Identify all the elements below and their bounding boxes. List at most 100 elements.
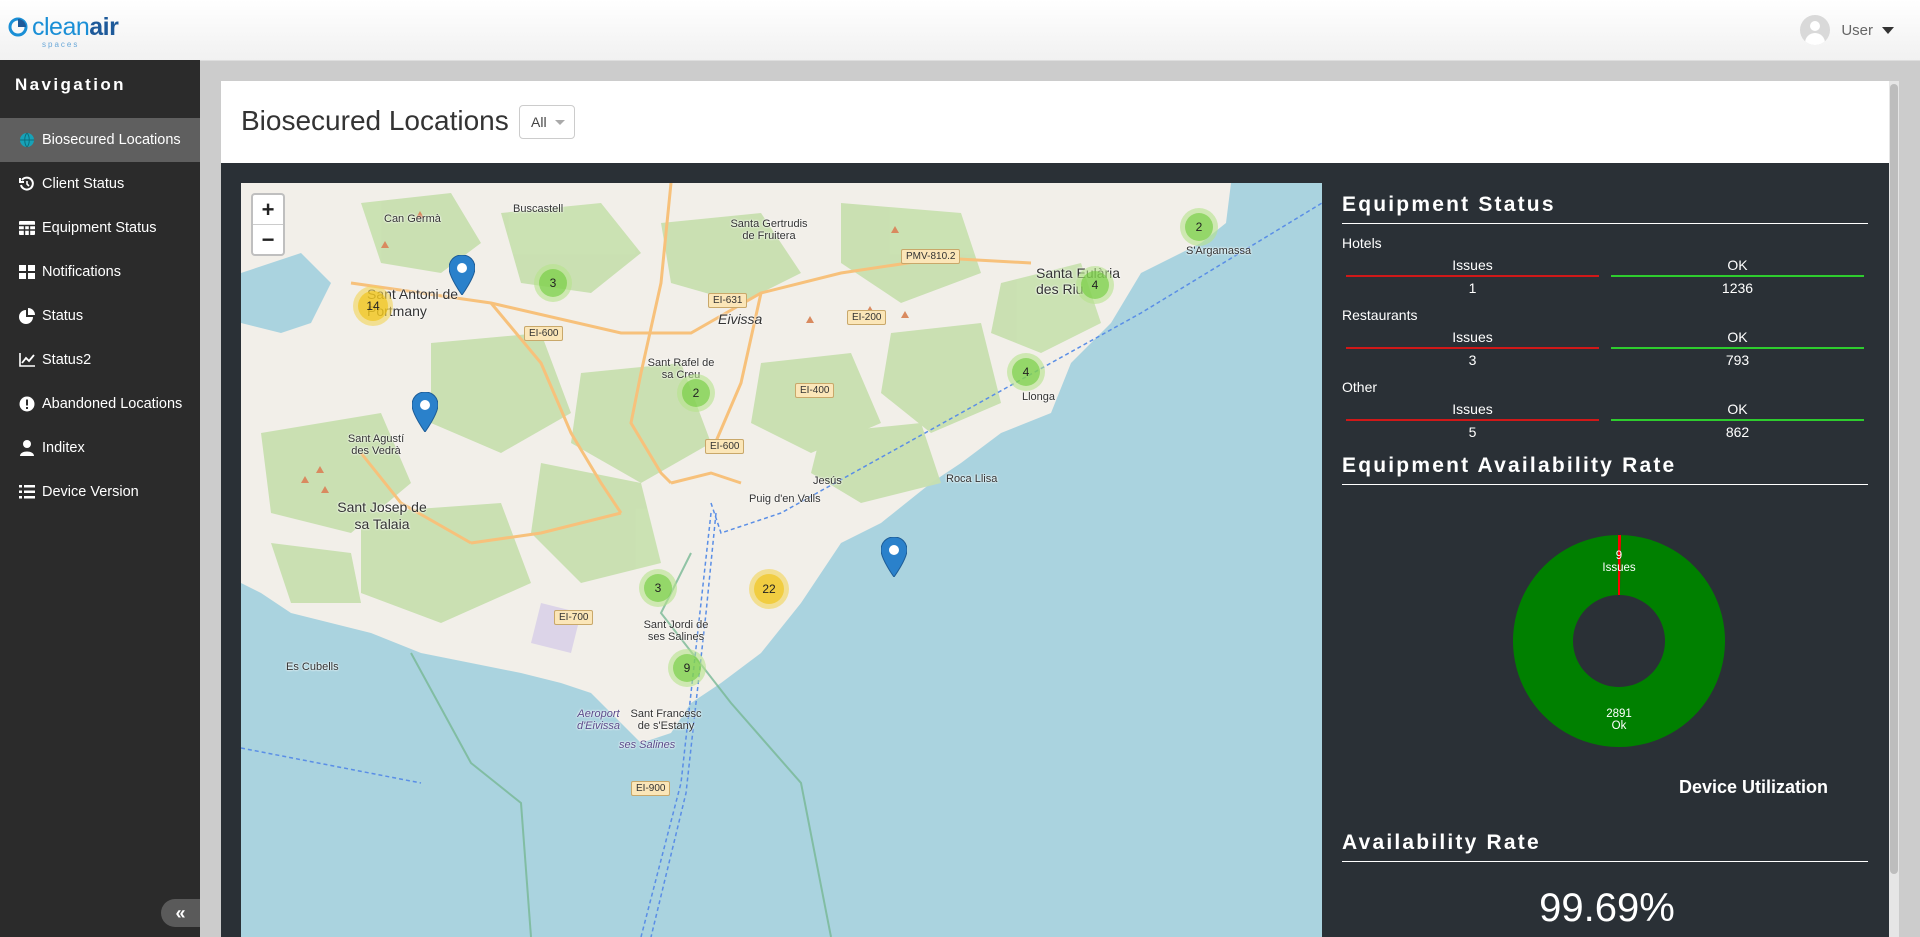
- issues-count: 5: [1468, 424, 1477, 440]
- marker-cluster[interactable]: 14: [353, 286, 393, 326]
- equipment-status-title: Equipment Status: [1342, 193, 1868, 224]
- map-place-label: Sant Rafel de sa Creu: [647, 357, 715, 381]
- sidebar-item-inditex[interactable]: Inditex: [0, 426, 200, 470]
- category-label: Hotels: [1342, 235, 1382, 251]
- map-place-label: Santa Gertrudis de Fruitera: [730, 218, 808, 242]
- marker-cluster[interactable]: 2: [1180, 208, 1218, 246]
- map-zoom-control: + −: [251, 193, 285, 256]
- category-row: Issues 1 OK 1236: [1342, 257, 1868, 296]
- sidebar-item-label: Abandoned Locations: [42, 396, 183, 412]
- zoom-out-button[interactable]: −: [253, 224, 283, 254]
- nav-title: Navigation: [15, 75, 126, 94]
- marker-cluster[interactable]: 3: [639, 569, 677, 607]
- logo-subtitle: spaces: [42, 40, 80, 49]
- equipment-status-section: Equipment Status Hotels Issues 1 OK 1236 R…: [1342, 183, 1868, 485]
- ok-count: 793: [1725, 352, 1750, 368]
- ok-column: OK 1236: [1611, 257, 1864, 296]
- collapse-sidebar-button[interactable]: «: [161, 899, 200, 927]
- marker-cluster[interactable]: 9: [668, 649, 706, 687]
- map-place-label: Sant Jordi de ses Salines: [643, 619, 709, 643]
- user-menu[interactable]: User: [1800, 15, 1894, 45]
- sidebar: Navigation Biosecured Locations Client S…: [0, 60, 200, 937]
- double-chevron-left-icon: «: [175, 902, 186, 923]
- location-pin-icon[interactable]: [412, 392, 438, 432]
- road-sign: EI-200: [847, 310, 887, 325]
- line-chart-icon: [17, 350, 37, 370]
- location-pin-icon[interactable]: [449, 255, 475, 295]
- top-bar: cleanair spaces User: [0, 0, 1920, 61]
- availability-rate-value: 99.69%: [1539, 886, 1675, 930]
- availability-donut-chart: 9 Issues 2891 Ok: [1513, 535, 1725, 747]
- sidebar-item-label: Status: [42, 308, 84, 324]
- sidebar-item-label: Device Version: [42, 484, 139, 500]
- road-sign: EI-900: [631, 781, 671, 796]
- map-place-label: Can Germà: [384, 213, 441, 225]
- road-sign: EI-400: [795, 383, 835, 398]
- history-icon: [17, 174, 37, 194]
- sidebar-item-equipment-status[interactable]: Equipment Status: [0, 206, 200, 250]
- sidebar-item-notifications[interactable]: Notifications: [0, 250, 200, 294]
- zoom-in-button[interactable]: +: [253, 195, 283, 224]
- page-header: Biosecured Locations All: [221, 81, 1891, 163]
- sidebar-item-status2[interactable]: Status2: [0, 338, 200, 382]
- map-place-label: Sant Francesc de s'Estany: [630, 708, 702, 732]
- marker-cluster[interactable]: 4: [1076, 266, 1114, 304]
- map-place-label: Roca Llisa: [946, 473, 998, 485]
- page-scrollbar-thumb[interactable]: [1890, 84, 1898, 874]
- list-icon: [17, 482, 37, 502]
- location-pin-icon[interactable]: [881, 537, 907, 577]
- locations-map[interactable]: Can Germà Buscastell Santa Gertrudis de …: [241, 183, 1322, 937]
- sidebar-item-label: Equipment Status: [42, 220, 157, 236]
- category-row: Issues 5 OK 862: [1342, 401, 1868, 440]
- issues-count: 1: [1468, 280, 1477, 296]
- road-sign: EI-700: [554, 610, 594, 625]
- ok-column: OK 862: [1611, 401, 1864, 440]
- sidebar-item-label: Notifications: [42, 264, 121, 280]
- availability-rate-title: Availability Rate: [1342, 831, 1868, 862]
- map-place-label: Sant Agustí des Vedrà: [347, 433, 405, 457]
- logo-text: cleanair: [32, 13, 119, 41]
- filter-value: All: [531, 114, 547, 130]
- sidebar-item-device-version[interactable]: Device Version: [0, 470, 200, 514]
- issues-column: Issues 1: [1346, 257, 1599, 296]
- map-place-label: Sant Josep de sa Talaia: [337, 499, 427, 532]
- map-place-label: S'Argamassa: [1186, 245, 1252, 257]
- sidebar-item-client-status[interactable]: Client Status: [0, 162, 200, 206]
- marker-cluster[interactable]: 22: [749, 569, 789, 609]
- globe-icon: [17, 130, 37, 150]
- sidebar-item-label: Status2: [42, 352, 92, 368]
- road-sign: EI-631: [708, 293, 748, 308]
- page-title: Biosecured Locations: [241, 105, 509, 136]
- location-filter-select[interactable]: All: [519, 105, 575, 139]
- sidebar-item-biosecured-locations[interactable]: Biosecured Locations: [0, 118, 200, 162]
- chevron-down-icon: [554, 119, 565, 125]
- exclamation-icon: [17, 394, 37, 414]
- map-place-label: Es Cubells: [286, 661, 339, 673]
- map-place-label: Buscastell: [513, 203, 564, 215]
- logo-mark-icon: [8, 17, 28, 37]
- sidebar-item-label: Client Status: [42, 176, 125, 192]
- user-name: User: [1841, 21, 1873, 39]
- device-utilization-label: Device Utilization: [1679, 777, 1829, 797]
- sidebar-item-label: Inditex: [42, 440, 85, 456]
- map-place-label: ses Salines: [619, 739, 676, 751]
- ok-count: 1236: [1721, 280, 1754, 296]
- issues-column: Issues 3: [1346, 329, 1599, 368]
- category-label: Restaurants: [1342, 307, 1418, 323]
- map-place-label: Jesús: [813, 475, 842, 487]
- issues-column: Issues 5: [1346, 401, 1599, 440]
- caret-down-icon: [1882, 26, 1894, 34]
- user-icon: [17, 438, 37, 458]
- sidebar-item-abandoned-locations[interactable]: Abandoned Locations: [0, 382, 200, 426]
- category-label: Other: [1342, 379, 1378, 395]
- sidebar-item-status[interactable]: Status: [0, 294, 200, 338]
- marker-cluster[interactable]: 4: [1007, 353, 1045, 391]
- ok-slice-label: 2891 Ok: [1606, 708, 1632, 732]
- road-sign: EI-600: [524, 326, 564, 341]
- sidebar-item-label: Biosecured Locations: [42, 132, 181, 148]
- stats-panel: Equipment Status Hotels Issues 1 OK 1236 R…: [1342, 183, 1872, 937]
- map-place-label: Puig d'en Valls: [749, 493, 821, 505]
- map-place-label: Eivissa: [718, 311, 763, 327]
- marker-cluster[interactable]: 2: [677, 374, 715, 412]
- marker-cluster[interactable]: 3: [534, 264, 572, 302]
